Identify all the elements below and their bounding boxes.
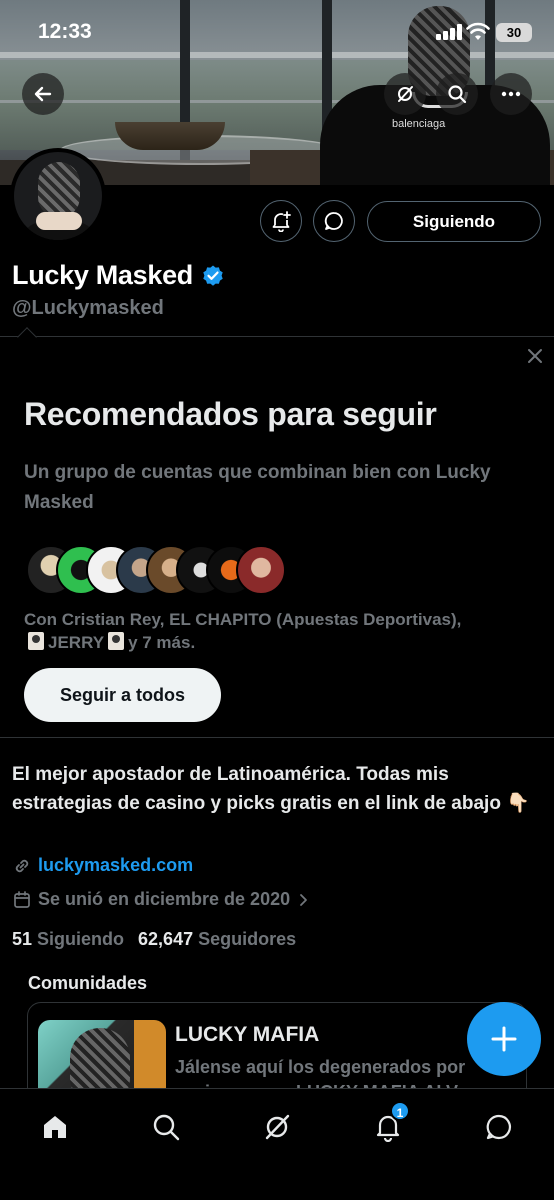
profile-link-row[interactable]: luckymasked.com	[12, 855, 193, 876]
more-icon	[501, 91, 521, 97]
following-label: Siguiendo	[37, 929, 125, 949]
following-button[interactable]: Siguiendo	[367, 201, 541, 242]
communities-title: Comunidades	[28, 973, 148, 993]
following-stat[interactable]: 51 Siguiendo	[12, 929, 124, 950]
community-card[interactable]: LUCKY MAFIA Jálense aquí los degenerados…	[27, 1002, 527, 1102]
followers-label: Seguidores	[198, 929, 297, 949]
followers-stat[interactable]: 62,647 Seguidores	[138, 929, 296, 950]
callout-notch	[17, 327, 37, 347]
bell-plus-icon	[272, 211, 291, 232]
nav-messages[interactable]	[479, 1107, 519, 1147]
banner-brand-text: balenciaga	[392, 118, 446, 130]
more-button[interactable]	[490, 73, 532, 115]
banner-bowl	[115, 122, 225, 150]
message-icon	[486, 1114, 511, 1140]
follow-all-button[interactable]: Seguir a todos	[24, 668, 221, 722]
avatar-mask	[38, 162, 80, 218]
chevron-right-icon	[300, 893, 308, 906]
joined-date: Se unió en diciembre de 2020	[38, 889, 291, 909]
nav-grok[interactable]	[257, 1107, 297, 1147]
profile-handle: @Luckymasked	[12, 297, 164, 319]
recommendations-subtitle: Un grupo de cuentas que combinan bien co…	[24, 462, 491, 513]
grok-icon	[265, 1114, 290, 1140]
plus-icon	[491, 1026, 517, 1052]
verified-badge-icon[interactable]	[201, 264, 225, 288]
back-button[interactable]	[22, 73, 64, 115]
link-icon	[15, 859, 29, 872]
divider	[0, 737, 554, 738]
recommendations-title: Recomendados para seguir	[24, 396, 437, 432]
grok-button[interactable]	[384, 73, 426, 115]
compose-button[interactable]	[467, 1002, 541, 1076]
joined-row[interactable]: Se unió en diciembre de 2020	[12, 889, 310, 910]
calendar-icon	[14, 890, 30, 908]
home-icon	[44, 1116, 66, 1138]
search-button[interactable]	[436, 73, 478, 115]
status-bar: 12:33 30	[0, 0, 554, 64]
notifications-badge: 1	[390, 1101, 410, 1121]
message-button[interactable]	[313, 200, 355, 242]
playing-card-icon	[108, 632, 125, 650]
playing-card-icon	[28, 632, 44, 650]
recommended-avatar[interactable]	[236, 545, 286, 595]
status-time: 12:33	[38, 20, 92, 43]
message-icon	[324, 212, 343, 230]
search-icon	[153, 1114, 180, 1141]
signal-icon	[436, 24, 462, 40]
recommendations-with-text: Con Cristian Rey, EL CHAPITO (Apuestas D…	[24, 608, 534, 654]
notify-button[interactable]	[260, 200, 302, 242]
grok-icon	[398, 86, 413, 102]
arrow-left-icon	[34, 86, 52, 102]
nav-home[interactable]	[35, 1107, 75, 1147]
follow-stats: 51 Siguiendo 62,647 Seguidores	[12, 929, 296, 950]
nav-search[interactable]	[146, 1107, 186, 1147]
search-icon	[448, 85, 467, 104]
divider	[0, 336, 554, 337]
profile-name: Lucky Masked	[12, 260, 193, 290]
profile-name-row: Lucky Masked	[12, 260, 225, 291]
with-text-part: y 7 más.	[128, 633, 196, 652]
bottom-nav: 1	[0, 1088, 554, 1200]
close-icon[interactable]	[524, 345, 546, 367]
battery-icon: 30	[496, 23, 532, 42]
wifi-icon	[466, 22, 490, 42]
following-count: 51	[12, 929, 33, 949]
profile-bio: El mejor apostador de Latinoamérica. Tod…	[12, 764, 530, 814]
profile-link[interactable]: luckymasked.com	[38, 855, 193, 876]
nav-notifications[interactable]: 1	[368, 1101, 410, 1147]
with-text-part: JERRY	[48, 633, 105, 652]
avatar[interactable]	[10, 148, 106, 244]
followers-count: 62,647	[138, 929, 194, 949]
avatar-hands	[36, 212, 82, 230]
with-text-part: Con Cristian Rey, EL CHAPITO (Apuestas D…	[24, 610, 462, 629]
community-name: LUCKY MAFIA	[175, 1023, 320, 1046]
recommended-avatars[interactable]	[26, 545, 326, 595]
